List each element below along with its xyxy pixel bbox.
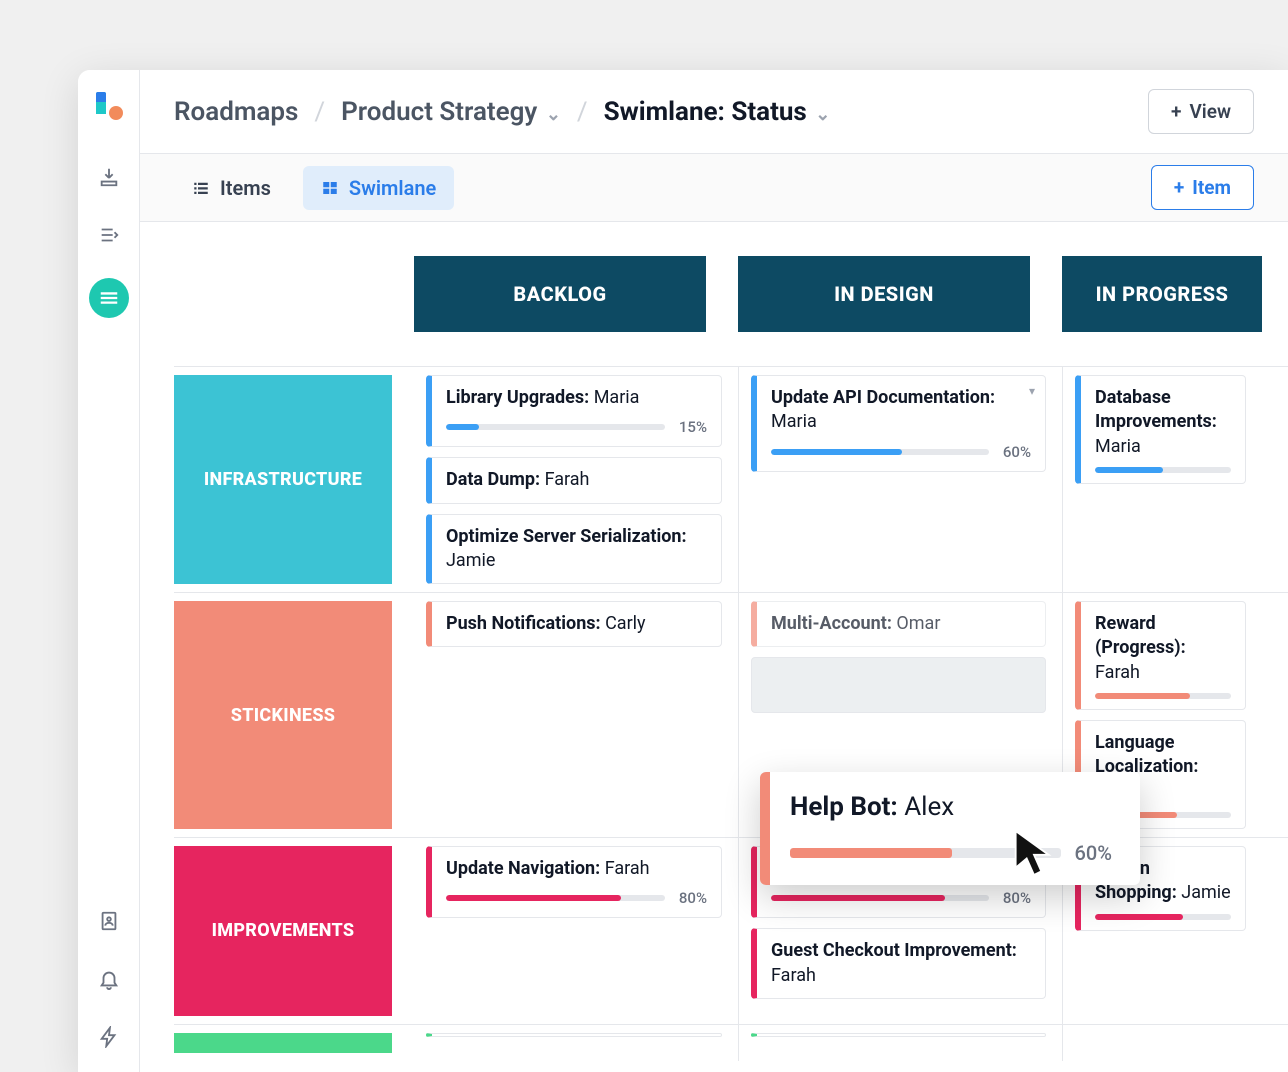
breadcrumb-sep: / [577,97,588,127]
list-icon[interactable] [94,220,124,250]
breadcrumb: Roadmaps / Product Strategy ⌄ / Swimlane… [174,97,830,127]
breadcrumb-section[interactable]: Product Strategy ⌄ [341,97,561,127]
lane-col[interactable]: Push Notifications: Carly [414,593,738,837]
drop-placeholder [751,657,1046,713]
card-green-1[interactable] [426,1033,722,1037]
board-area: BACKLOG IN DESIGN IN PROGRESS INFRASTRUC… [140,222,1288,1072]
breadcrumb-sep: / [314,97,325,127]
chevron-down-icon[interactable]: ⌄ [541,104,561,125]
card-push-notifications[interactable]: Push Notifications: Carly [426,601,722,647]
tabbar: Items Swimlane + Item [140,154,1288,222]
lane-label-green [174,1033,392,1053]
card-data-dump[interactable]: Data Dump: Farah [426,457,722,503]
card-green-2[interactable] [751,1033,1046,1037]
lane-green [174,1024,1288,1061]
column-header-in-design: IN DESIGN [738,256,1030,332]
bolt-icon[interactable] [94,1022,124,1052]
lane-infrastructure: INFRASTRUCTURE Library Upgrades: Maria 1… [174,366,1288,592]
breadcrumb-current[interactable]: Swimlane: Status ⌄ [604,97,831,127]
lane-col[interactable]: Database Improvements: Maria [1062,367,1262,592]
lane-col[interactable]: ▾ Update API Documentation: Maria 60% [738,367,1062,592]
tab-items[interactable]: Items [174,166,289,210]
lane-label-improvements: IMPROVEMENTS [174,846,392,1016]
plus-icon: + [1171,100,1181,123]
cursor-icon [1012,827,1056,879]
column-header-backlog: BACKLOG [414,256,706,332]
add-item-button[interactable]: + Item [1151,165,1254,210]
contacts-icon[interactable] [94,906,124,936]
lane-col[interactable]: Library Upgrades: Maria 15% Data Dump: F… [414,367,738,592]
lane-label-stickiness: STICKINESS [174,601,392,829]
breadcrumb-root[interactable]: Roadmaps [174,97,298,127]
dragged-card-help-bot[interactable]: Help Bot: Alex 60% [760,772,1140,885]
main-area: Roadmaps / Product Strategy ⌄ / Swimlane… [140,70,1288,1072]
card-update-navigation[interactable]: Update Navigation: Farah 80% [426,846,722,918]
column-header-in-progress: IN PROGRESS [1062,256,1262,332]
sidebar [78,70,140,1072]
topbar: Roadmaps / Product Strategy ⌄ / Swimlane… [140,70,1288,154]
card-optimize-server[interactable]: Optimize Server Serialization: Jamie [426,514,722,585]
inbox-icon[interactable] [94,162,124,192]
app-logo [94,92,124,122]
lane-label-infrastructure: INFRASTRUCTURE [174,375,392,584]
columns-header: BACKLOG IN DESIGN IN PROGRESS [414,256,1288,332]
chevron-down-icon[interactable]: ⌄ [811,104,831,125]
card-database-improvements[interactable]: Database Improvements: Maria [1075,375,1246,484]
card-multi-account[interactable]: Multi-Account: Omar [751,601,1046,647]
card-update-api[interactable]: ▾ Update API Documentation: Maria 60% [751,375,1046,472]
tab-swimlane[interactable]: Swimlane [303,166,454,210]
lane-col[interactable] [414,1025,738,1061]
lane-col[interactable] [1062,1025,1262,1061]
swimlane-nav-icon[interactable] [89,278,129,318]
card-library-upgrades[interactable]: Library Upgrades: Maria 15% [426,375,722,447]
card-menu-icon[interactable]: ▾ [1029,384,1035,398]
app-window: Roadmaps / Product Strategy ⌄ / Swimlane… [78,70,1288,1072]
card-guest-checkout[interactable]: Guest Checkout Improvement: Farah [751,928,1046,999]
bell-icon[interactable] [94,964,124,994]
lane-col[interactable] [738,1025,1062,1061]
plus-icon: + [1174,176,1184,199]
card-reward-progress[interactable]: Reward (Progress): Farah [1075,601,1246,710]
lane-col[interactable]: Update Navigation: Farah 80% [414,838,738,1024]
view-button[interactable]: + View [1148,89,1254,134]
